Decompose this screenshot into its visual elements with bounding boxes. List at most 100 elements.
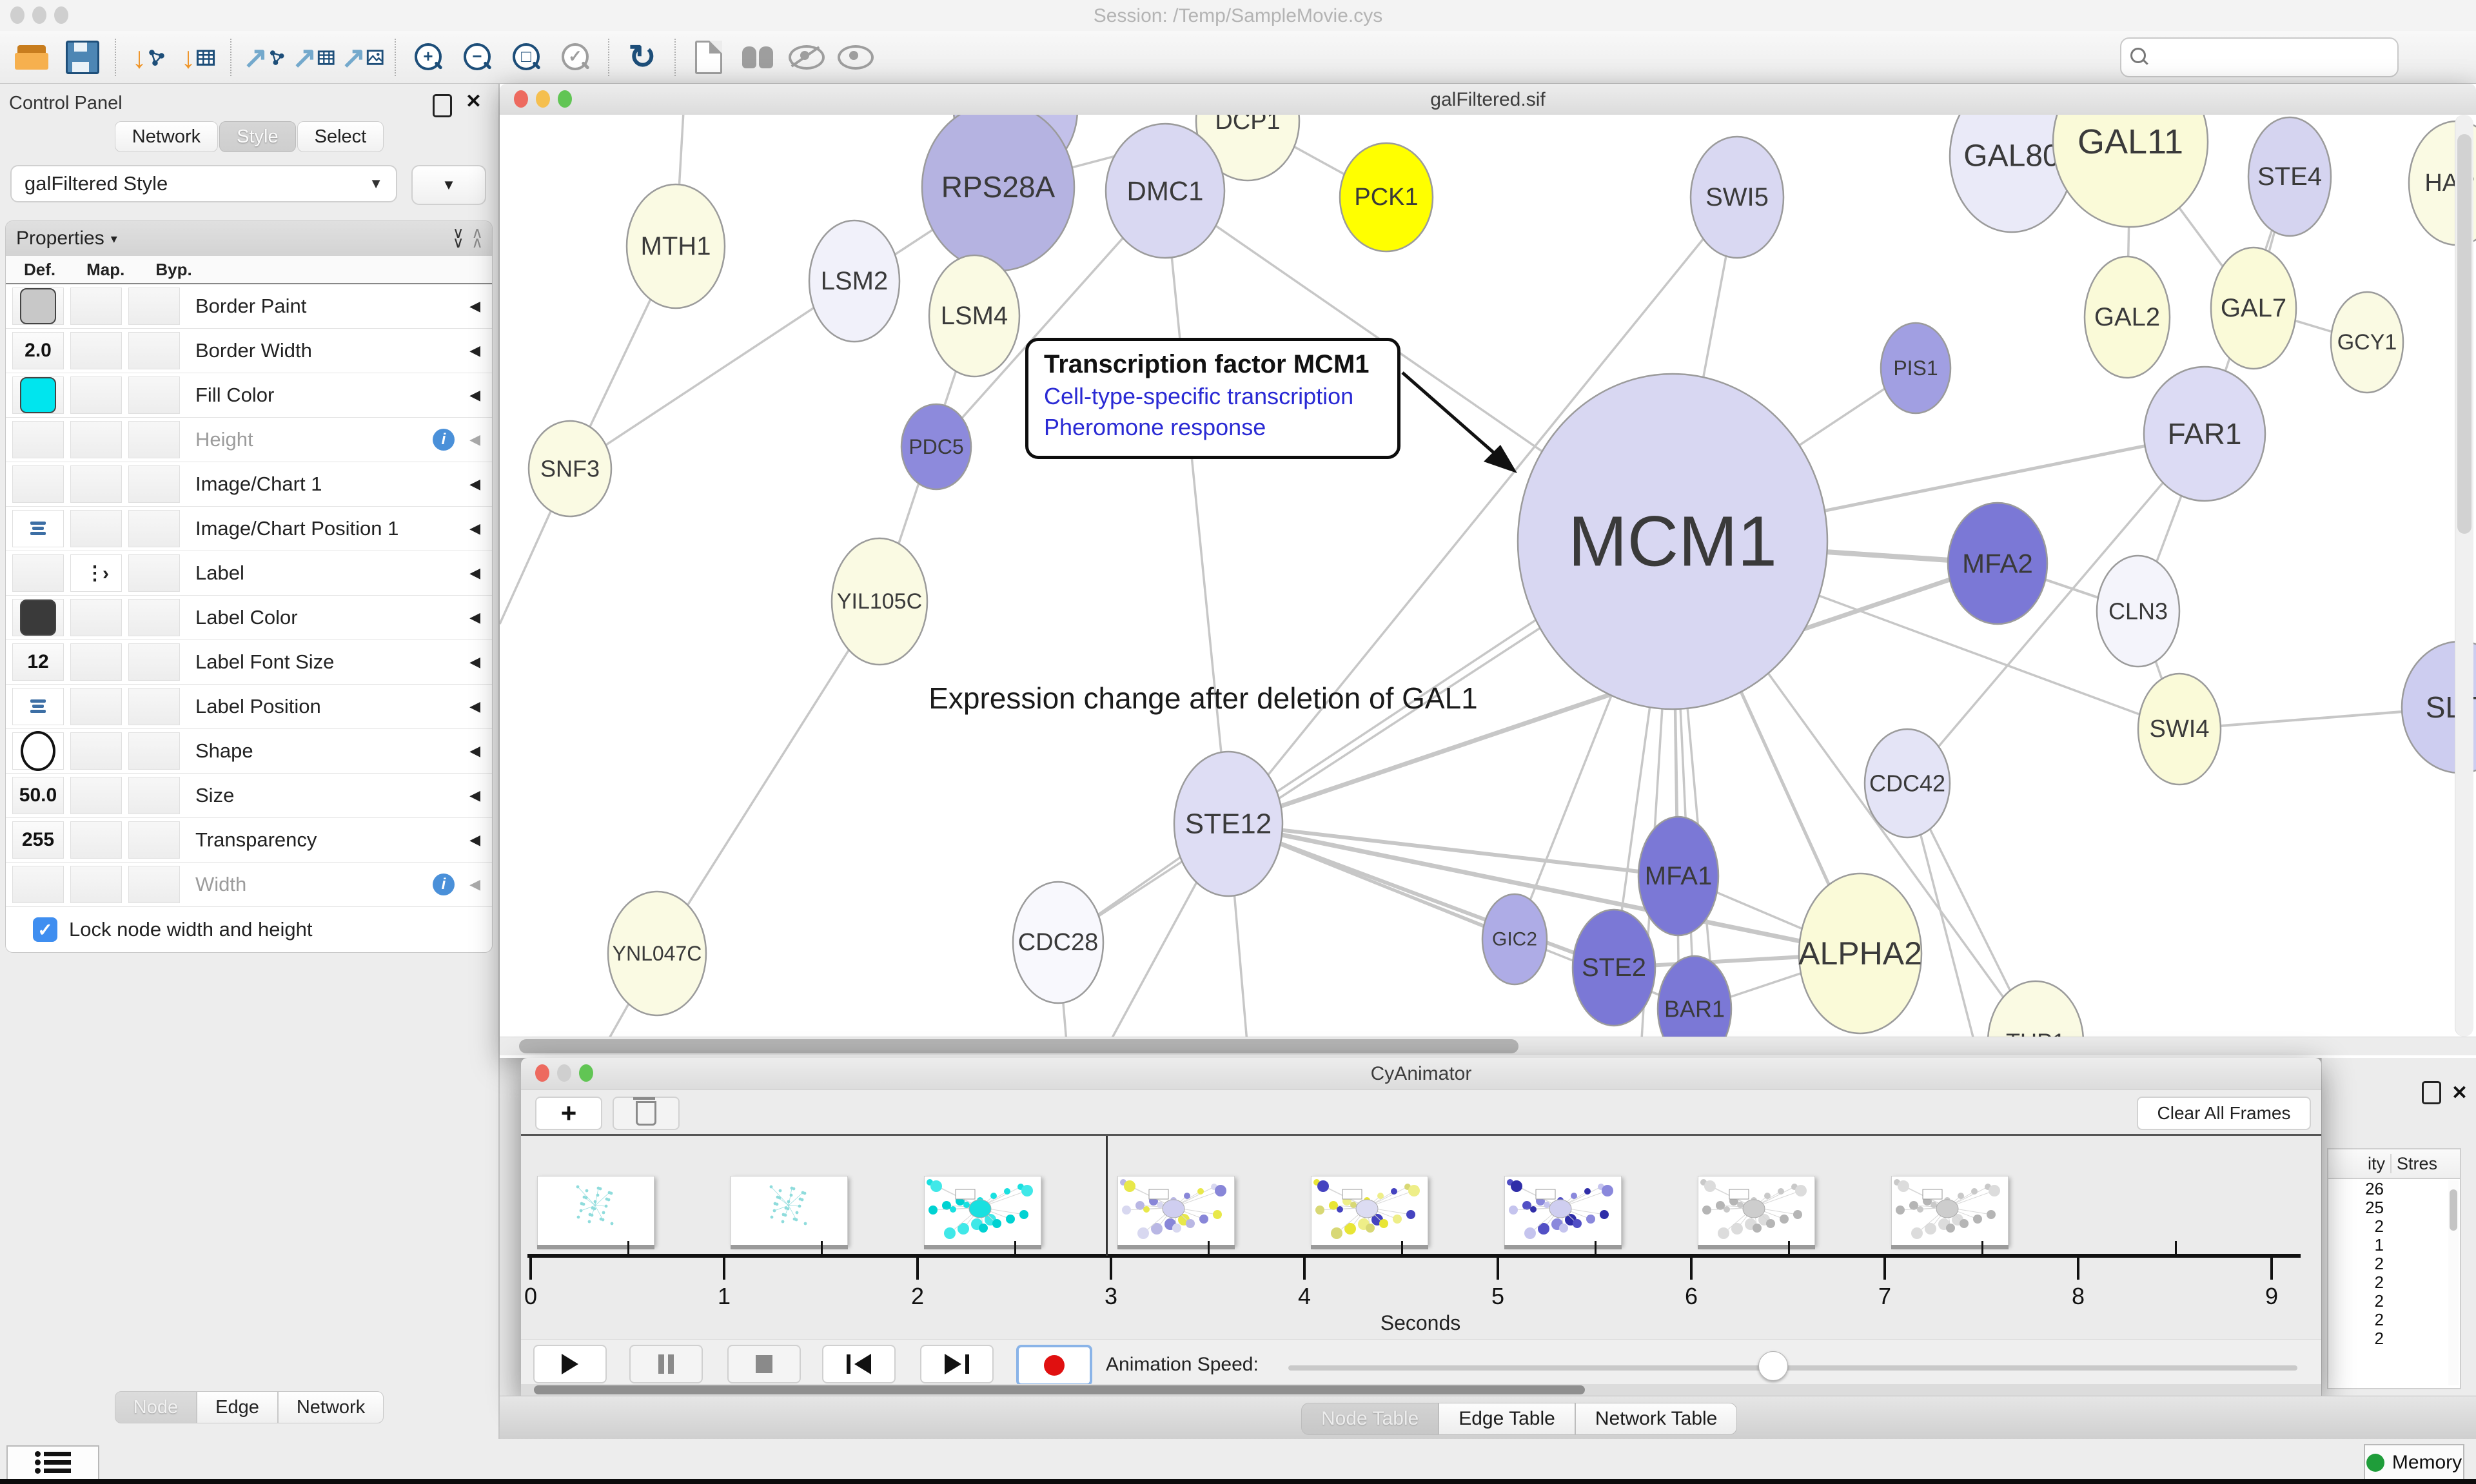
- mapping-cell[interactable]: [70, 421, 122, 458]
- default-value-cell[interactable]: [12, 866, 64, 903]
- task-history-button[interactable]: [6, 1445, 99, 1480]
- frame-thumbnail[interactable]: [1311, 1176, 1428, 1245]
- first-neighbors-icon[interactable]: [736, 36, 779, 79]
- zoom-fit-icon[interactable]: □: [506, 36, 548, 79]
- tab-style[interactable]: Style: [219, 121, 295, 152]
- table-row[interactable]: 2: [2328, 1291, 2460, 1310]
- export-network-icon[interactable]: ↗: [243, 36, 286, 79]
- table-row[interactable]: 2: [2328, 1310, 2460, 1329]
- node-FAR1[interactable]: FAR1: [2144, 367, 2265, 501]
- bypass-cell[interactable]: [128, 554, 180, 592]
- frame-thumbnail[interactable]: [1117, 1176, 1235, 1245]
- frame-thumbnail[interactable]: [1891, 1176, 2009, 1245]
- node-MFA1[interactable]: MFA1: [1638, 817, 1718, 935]
- animation-speed-slider[interactable]: [1288, 1365, 2297, 1371]
- step-back-button[interactable]: [822, 1345, 896, 1383]
- zoom-selected-icon[interactable]: ✓: [555, 36, 597, 79]
- mapping-cell[interactable]: ⋮›: [70, 554, 122, 592]
- annotation-link[interactable]: Pheromone response: [1044, 414, 1382, 441]
- panel-tab-network[interactable]: Network: [278, 1391, 384, 1423]
- table-row[interactable]: 2: [2328, 1273, 2460, 1291]
- search-input[interactable]: [2156, 46, 2397, 68]
- show-all-icon[interactable]: [834, 36, 877, 79]
- default-value-cell[interactable]: [12, 376, 64, 414]
- column-header-stress[interactable]: Stres: [2397, 1154, 2437, 1174]
- frame-thumbnail[interactable]: [1504, 1176, 1622, 1245]
- mapping-cell[interactable]: [70, 510, 122, 547]
- table-row[interactable]: 1: [2328, 1235, 2460, 1254]
- clear-all-frames-button[interactable]: Clear All Frames: [2137, 1097, 2311, 1130]
- collapse-arrow-icon[interactable]: ◀: [469, 298, 480, 315]
- node-CLN3[interactable]: CLN3: [2097, 556, 2179, 667]
- mapping-cell[interactable]: [70, 688, 122, 725]
- node-MCM1[interactable]: MCM1: [1518, 374, 1827, 709]
- tab-network[interactable]: Network: [115, 121, 218, 152]
- bypass-cell[interactable]: [128, 332, 180, 369]
- node-PCK1[interactable]: PCK1: [1340, 143, 1433, 251]
- bypass-cell[interactable]: [128, 465, 180, 503]
- table-row[interactable]: 2: [2328, 1216, 2460, 1235]
- node-PDC5[interactable]: PDC5: [901, 404, 971, 489]
- default-value-cell[interactable]: 2.0: [12, 332, 64, 369]
- collapse-arrow-icon[interactable]: ◀: [469, 520, 480, 537]
- timeline-playhead[interactable]: [1106, 1136, 1108, 1256]
- frame-thumbnail[interactable]: [1698, 1176, 1815, 1245]
- collapse-arrow-icon[interactable]: ◀: [469, 342, 480, 359]
- bypass-cell[interactable]: [128, 866, 180, 903]
- node-YNL047C[interactable]: YNL047C: [608, 892, 706, 1015]
- default-value-cell[interactable]: [12, 510, 64, 547]
- tab-network-table[interactable]: Network Table: [1575, 1403, 1738, 1435]
- lock-size-checkbox[interactable]: ✓: [33, 917, 57, 942]
- mapping-cell[interactable]: [70, 288, 122, 325]
- record-button[interactable]: [1016, 1345, 1092, 1386]
- table-row[interactable]: 2: [2328, 1329, 2460, 1347]
- tab-edge-table[interactable]: Edge Table: [1439, 1403, 1575, 1435]
- collapse-arrow-icon[interactable]: ◀: [469, 565, 480, 581]
- node-SWI5[interactable]: SWI5: [1691, 137, 1783, 258]
- node-BAR1[interactable]: BAR1: [1658, 956, 1731, 1037]
- node-DMC1[interactable]: DMC1: [1106, 124, 1224, 258]
- node-GAL7[interactable]: GAL7: [2211, 248, 2296, 369]
- network-edge[interactable]: [570, 281, 854, 469]
- network-file-icon[interactable]: [687, 36, 730, 79]
- zoom-in-icon[interactable]: +: [408, 36, 450, 79]
- collapse-arrow-icon[interactable]: ◀: [469, 387, 480, 404]
- table-scrollbar[interactable]: [2448, 1180, 2459, 1385]
- open-session-icon[interactable]: [12, 36, 55, 79]
- add-frame-button[interactable]: +: [535, 1097, 602, 1130]
- float-panel-icon[interactable]: [2422, 1081, 2441, 1104]
- bypass-cell[interactable]: [128, 821, 180, 859]
- collapse-arrow-icon[interactable]: ◀: [469, 431, 480, 448]
- frames-timeline[interactable]: 0123456789 Seconds: [521, 1136, 2321, 1339]
- collapse-arrow-icon[interactable]: ◀: [469, 743, 480, 759]
- export-table-icon[interactable]: ↗: [292, 36, 335, 79]
- default-value-cell[interactable]: 255: [12, 821, 64, 859]
- node-SNF3[interactable]: SNF3: [529, 421, 611, 516]
- network-horizontal-scrollbar[interactable]: [500, 1037, 2476, 1055]
- cyanimator-titlebar[interactable]: CyAnimator: [521, 1058, 2321, 1089]
- node-SWI4[interactable]: SWI4: [2138, 674, 2221, 785]
- node-STE12[interactable]: STE12: [1174, 752, 1282, 896]
- network-vertical-scrollbar[interactable]: [2455, 115, 2473, 1037]
- import-network-icon[interactable]: ↓: [128, 36, 170, 79]
- default-value-cell[interactable]: [12, 732, 64, 770]
- node-GAL2[interactable]: GAL2: [2085, 257, 2170, 378]
- float-panel-icon[interactable]: [433, 94, 452, 121]
- bypass-cell[interactable]: [128, 510, 180, 547]
- node-ALPHA2[interactable]: ALPHA2: [1798, 874, 1922, 1033]
- frame-thumbnail[interactable]: [924, 1176, 1041, 1245]
- mapping-cell[interactable]: [70, 376, 122, 414]
- collapse-arrow-icon[interactable]: ◀: [469, 654, 480, 670]
- network-edge[interactable]: [657, 601, 879, 953]
- refresh-icon[interactable]: ↻: [621, 36, 663, 79]
- bypass-cell[interactable]: [128, 288, 180, 325]
- save-session-icon[interactable]: [61, 36, 104, 79]
- node-TUP1[interactable]: TUP1: [1988, 981, 2083, 1037]
- mapping-cell[interactable]: [70, 732, 122, 770]
- expand-all-icon[interactable]: ∨∨: [453, 229, 463, 248]
- annotation-link[interactable]: Cell-type-specific transcription: [1044, 383, 1382, 410]
- node-LSM2[interactable]: LSM2: [809, 220, 899, 342]
- network-canvas[interactable]: DCP1RPS28ADMC1PCK1SWI5GAL80GAL11STE4HAP2…: [500, 115, 2476, 1037]
- collapse-arrow-icon[interactable]: ◀: [469, 698, 480, 715]
- delete-frame-button[interactable]: [613, 1097, 680, 1130]
